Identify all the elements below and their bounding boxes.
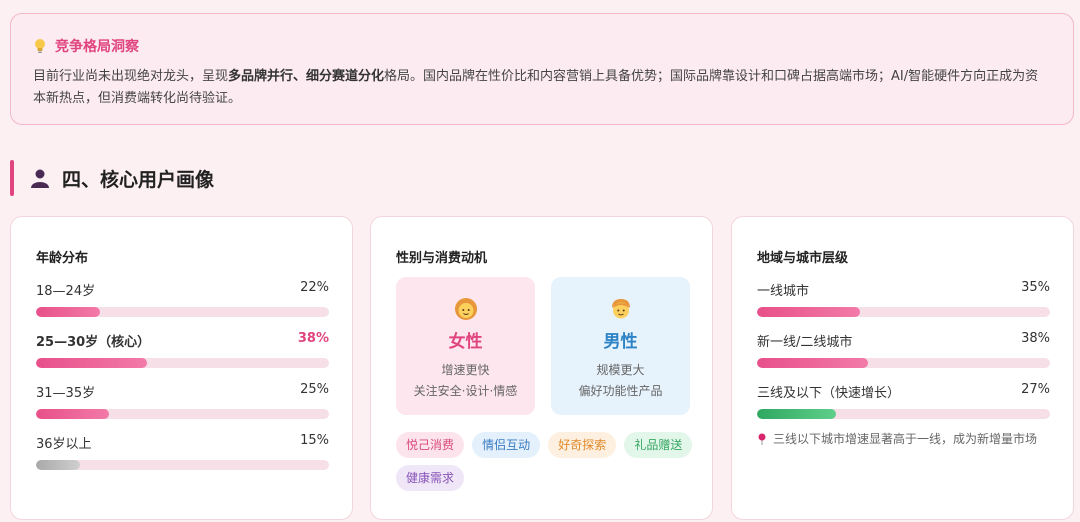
- progress-track: [36, 460, 329, 470]
- region-city-tier-card: 地域与城市层级 一线城市 35% 新一线/二线城市 38% 三线及以下（快速增长） 2…: [731, 216, 1074, 520]
- progress-track: [36, 409, 329, 419]
- row-percent: 38%: [1021, 331, 1050, 346]
- row-percent: 15%: [300, 433, 329, 448]
- progress-fill: [757, 409, 837, 419]
- gender-motivation-card: 性别与消费动机 女性 增速更快 关注安全·设计·情感 男性 规模更大 偏好功能性…: [370, 216, 713, 520]
- tag-curiosity: 好奇探索: [548, 432, 617, 458]
- region-row: 新一线/二线城市 38%: [757, 331, 1050, 368]
- tag-self-pleasure: 悦己消费: [396, 432, 465, 458]
- woman-face-icon: [454, 298, 477, 320]
- row-percent: 38%: [297, 331, 329, 346]
- progress-fill: [36, 409, 110, 419]
- age-row: 18—24岁 22%: [36, 280, 329, 317]
- row-label: 31—35岁: [36, 386, 96, 401]
- section-title: 四、核心用户画像: [62, 168, 215, 191]
- region-note-text: 三线以下城市增速显著高于一线，成为新增量市场: [773, 432, 1038, 446]
- age-row: 31—35岁 25%: [36, 382, 329, 419]
- row-label: 新一线/二线城市: [757, 335, 853, 350]
- pin-icon: [758, 433, 766, 445]
- progress-track: [757, 307, 1050, 317]
- row-percent: 27%: [1021, 382, 1050, 397]
- progress-fill: [36, 358, 148, 368]
- insight-text-bold: 多品牌并行、细分赛道分化: [228, 69, 385, 84]
- lightbulb-icon: [35, 39, 45, 53]
- region-note: 三线以下城市增速显著高于一线，成为新增量市场: [757, 430, 1037, 447]
- progress-track: [757, 358, 1050, 368]
- man-face-icon: [611, 299, 630, 319]
- tag-gift-giving: 礼品赠送: [624, 432, 693, 458]
- male-desc: 规模更大 偏好功能性产品: [578, 360, 662, 402]
- age-distribution-card: 年龄分布 18—24岁 22% 25—30岁（核心） 38% 31—35岁 25% 3…: [10, 216, 353, 520]
- row-label: 一线城市: [757, 284, 810, 299]
- section-header: 四、核心用户画像: [10, 160, 214, 196]
- insight-header: 竞争格局洞察: [33, 36, 1051, 56]
- progress-fill: [757, 358, 869, 368]
- progress-fill: [757, 307, 860, 317]
- competition-insight-box: 竞争格局洞察 目前行业尚未出现绝对龙头，呈现多品牌并行、细分赛道分化格局。国内品…: [10, 13, 1074, 125]
- insight-text: 目前行业尚未出现绝对龙头，呈现多品牌并行、细分赛道分化格局。国内品牌在性价比和内…: [33, 66, 1051, 110]
- row-percent: 22%: [300, 280, 329, 295]
- female-box: 女性 增速更快 关注安全·设计·情感: [396, 277, 535, 415]
- male-label: 男性: [603, 332, 638, 352]
- progress-fill: [36, 307, 101, 317]
- tag-health-needs: 健康需求: [396, 465, 465, 491]
- desc-line: 偏好功能性产品: [578, 384, 663, 398]
- male-box: 男性 规模更大 偏好功能性产品: [551, 277, 690, 415]
- row-label: 18—24岁: [36, 284, 96, 299]
- person-icon: [31, 169, 49, 188]
- progress-track: [36, 358, 329, 368]
- female-desc: 增速更快 关注安全·设计·情感: [414, 360, 518, 402]
- card-title: 地域与城市层级: [757, 251, 849, 266]
- progress-track: [36, 307, 329, 317]
- tag-couple-interaction: 情侣互动: [472, 432, 541, 458]
- card-title: 年龄分布: [36, 251, 89, 266]
- female-label: 女性: [448, 332, 483, 352]
- motivation-tags: 悦己消费 情侣互动 好奇探索 礼品赠送 健康需求: [396, 432, 696, 498]
- row-label: 三线及以下（快速增长）: [757, 386, 901, 401]
- age-row: 36岁以上 15%: [36, 433, 329, 470]
- progress-track: [757, 409, 1050, 419]
- desc-line: 增速更快: [441, 363, 490, 377]
- card-title: 性别与消费动机: [396, 251, 488, 266]
- row-label: 25—30岁（核心）: [36, 335, 151, 350]
- desc-line: 规模更大: [596, 363, 645, 377]
- region-row: 一线城市 35%: [757, 280, 1050, 317]
- insight-text-part: 目前行业尚未出现绝对龙头，呈现: [33, 69, 229, 84]
- row-label: 36岁以上: [36, 437, 92, 452]
- desc-line: 关注安全·设计·情感: [413, 384, 518, 398]
- age-row-core: 25—30岁（核心） 38%: [36, 331, 329, 368]
- progress-fill: [36, 460, 80, 470]
- section-accent-bar: [10, 160, 14, 196]
- row-percent: 25%: [300, 382, 329, 397]
- region-row: 三线及以下（快速增长） 27%: [757, 382, 1050, 419]
- row-percent: 35%: [1021, 280, 1050, 295]
- insight-title: 竞争格局洞察: [55, 39, 139, 55]
